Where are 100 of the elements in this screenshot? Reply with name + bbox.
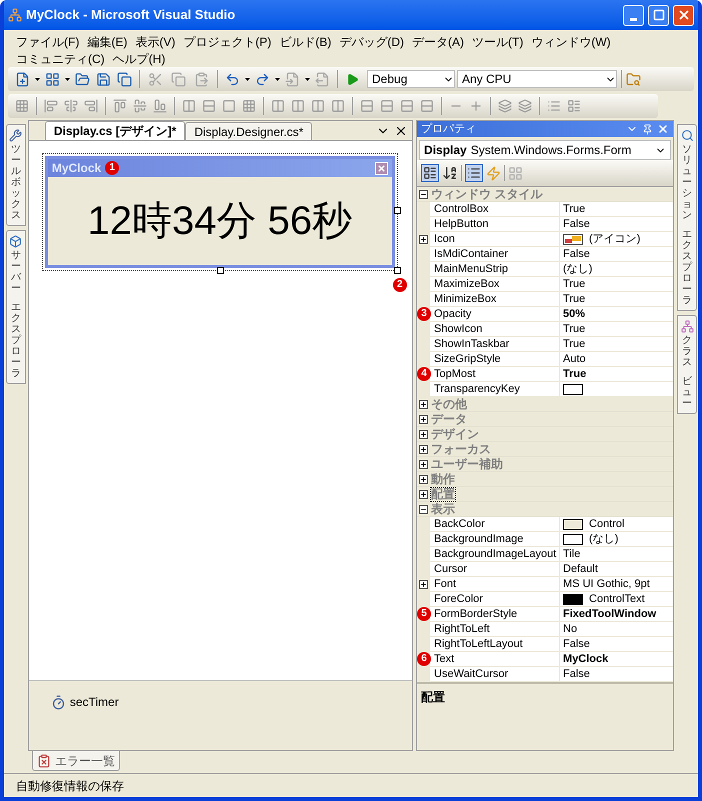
- property-name[interactable]: Font: [430, 577, 560, 592]
- copy-icon[interactable]: [171, 72, 186, 86]
- platform-dropdown[interactable]: Any CPU: [457, 70, 617, 88]
- menu-item[interactable]: デバッグ(D): [335, 34, 408, 51]
- property-name[interactable]: Text: [430, 652, 560, 667]
- menu-item[interactable]: ウィンドウ(W): [527, 34, 615, 51]
- property-name[interactable]: Icon: [430, 232, 560, 247]
- bring-front-icon[interactable]: [498, 99, 512, 113]
- property-value[interactable]: False: [560, 637, 674, 652]
- expand-icon[interactable]: [419, 580, 428, 589]
- property-value[interactable]: FixedToolWindow: [560, 607, 674, 622]
- property-name[interactable]: Cursor: [430, 562, 560, 577]
- maximize-button[interactable]: [648, 4, 669, 26]
- same-height-icon[interactable]: [202, 99, 216, 113]
- property-value[interactable]: Default: [560, 562, 674, 577]
- pin-icon[interactable]: [642, 124, 654, 134]
- property-name[interactable]: MaximizeBox: [430, 277, 560, 292]
- expand-icon[interactable]: [419, 414, 428, 424]
- property-value[interactable]: False: [560, 247, 674, 262]
- spacing-icon[interactable]: [420, 99, 434, 113]
- open-folder-icon[interactable]: [75, 72, 90, 86]
- property-value[interactable]: (なし): [560, 532, 674, 547]
- paste-icon[interactable]: [194, 72, 209, 86]
- redo-icon[interactable]: [255, 72, 270, 86]
- document-tab[interactable]: Display.cs [デザイン]*: [44, 121, 186, 140]
- align-right-icon[interactable]: [84, 99, 98, 113]
- bottom-tab[interactable]: エラー一覧: [32, 751, 120, 771]
- property-value[interactable]: False: [560, 667, 674, 682]
- expand-icon[interactable]: [419, 460, 428, 468]
- property-value[interactable]: [560, 382, 674, 397]
- property-name[interactable]: IsMdiContainer: [430, 247, 560, 262]
- configuration-dropdown[interactable]: Debug: [367, 70, 455, 88]
- grid-icon[interactable]: [45, 72, 60, 86]
- property-name[interactable]: UseWaitCursor: [430, 667, 560, 682]
- property-value[interactable]: Control: [560, 517, 674, 532]
- property-name[interactable]: BackgroundImageLayout: [430, 547, 560, 562]
- close-button[interactable]: [673, 4, 694, 26]
- property-value[interactable]: Auto: [560, 352, 674, 367]
- property-value[interactable]: ControlText: [560, 592, 674, 607]
- menu-item[interactable]: プロジェクト(P): [179, 34, 276, 51]
- spacing-icon[interactable]: [400, 99, 414, 113]
- sort-alphabetical-icon[interactable]: [442, 165, 458, 181]
- save-all-icon[interactable]: [117, 72, 132, 86]
- align-bottom-icon[interactable]: [153, 99, 167, 113]
- property-value[interactable]: True: [560, 337, 674, 352]
- side-tab[interactable]: ツールボックス: [6, 124, 26, 226]
- expand-icon[interactable]: [419, 400, 428, 408]
- menu-item[interactable]: ファイル(F): [12, 34, 84, 51]
- new-file-icon[interactable]: [15, 72, 30, 86]
- menu-item[interactable]: コミュニティ(C): [12, 51, 109, 68]
- resize-handle[interactable]: [394, 267, 401, 274]
- property-name[interactable]: ControlBox: [430, 202, 560, 217]
- property-name[interactable]: BackColor: [430, 517, 560, 532]
- menu-item[interactable]: ヘルプ(H): [108, 51, 170, 68]
- spacing-icon[interactable]: [360, 99, 374, 113]
- property-value[interactable]: (なし): [560, 262, 674, 277]
- property-name[interactable]: RightToLeftLayout: [430, 637, 560, 652]
- property-value[interactable]: 50%: [560, 307, 674, 322]
- property-value[interactable]: True: [560, 277, 674, 292]
- property-name[interactable]: Opacity: [430, 307, 560, 322]
- menu-item[interactable]: ツール(T): [468, 34, 528, 51]
- send-back-icon[interactable]: [518, 99, 532, 113]
- property-name[interactable]: FormBorderStyle: [430, 607, 560, 622]
- property-name[interactable]: RightToLeft: [430, 622, 560, 637]
- categorized-icon[interactable]: [421, 164, 440, 182]
- resize-handle[interactable]: [216, 267, 224, 274]
- object-selector[interactable]: Display System.Windows.Forms.Form: [419, 140, 672, 160]
- center-vertical-icon[interactable]: [469, 99, 483, 113]
- side-tab[interactable]: サーバー エクスプローラ: [6, 230, 26, 384]
- menu-item[interactable]: 表示(V): [131, 34, 180, 51]
- form-preview[interactable]: MyClock 1 12時34分 56秒: [44, 156, 395, 268]
- property-value[interactable]: True: [560, 292, 674, 307]
- property-value[interactable]: False: [560, 217, 674, 232]
- folder-search-icon[interactable]: [626, 72, 641, 86]
- property-name[interactable]: BackgroundImage: [430, 532, 560, 547]
- caret-icon[interactable]: [305, 78, 310, 80]
- start-icon[interactable]: [346, 72, 359, 86]
- document-icon[interactable]: [315, 72, 330, 86]
- property-name[interactable]: ShowIcon: [430, 322, 560, 337]
- same-width-icon[interactable]: [182, 99, 196, 113]
- align-left-icon[interactable]: [44, 99, 58, 113]
- lightning-icon[interactable]: [486, 166, 502, 180]
- expand-icon[interactable]: [419, 235, 428, 244]
- property-value[interactable]: True: [560, 322, 674, 337]
- same-size-icon[interactable]: [222, 99, 236, 113]
- expand-icon[interactable]: [419, 430, 428, 438]
- property-name[interactable]: HelpButton: [430, 217, 560, 232]
- side-tab[interactable]: ソリューション エクスプローラ: [677, 124, 698, 311]
- menu-item[interactable]: 編集(E): [83, 34, 132, 51]
- expand-icon[interactable]: [419, 444, 428, 454]
- expand-icon[interactable]: [419, 490, 428, 498]
- align-top-icon[interactable]: [113, 99, 127, 113]
- collapse-icon[interactable]: [419, 504, 428, 514]
- document-tab[interactable]: Display.Designer.cs*: [185, 122, 312, 140]
- properties-icon[interactable]: [465, 164, 484, 182]
- form-close-button[interactable]: [374, 162, 388, 174]
- expand-icon[interactable]: [419, 474, 428, 484]
- size-to-grid-icon[interactable]: [242, 99, 256, 113]
- save-icon[interactable]: [96, 72, 111, 86]
- property-value[interactable]: True: [560, 202, 674, 217]
